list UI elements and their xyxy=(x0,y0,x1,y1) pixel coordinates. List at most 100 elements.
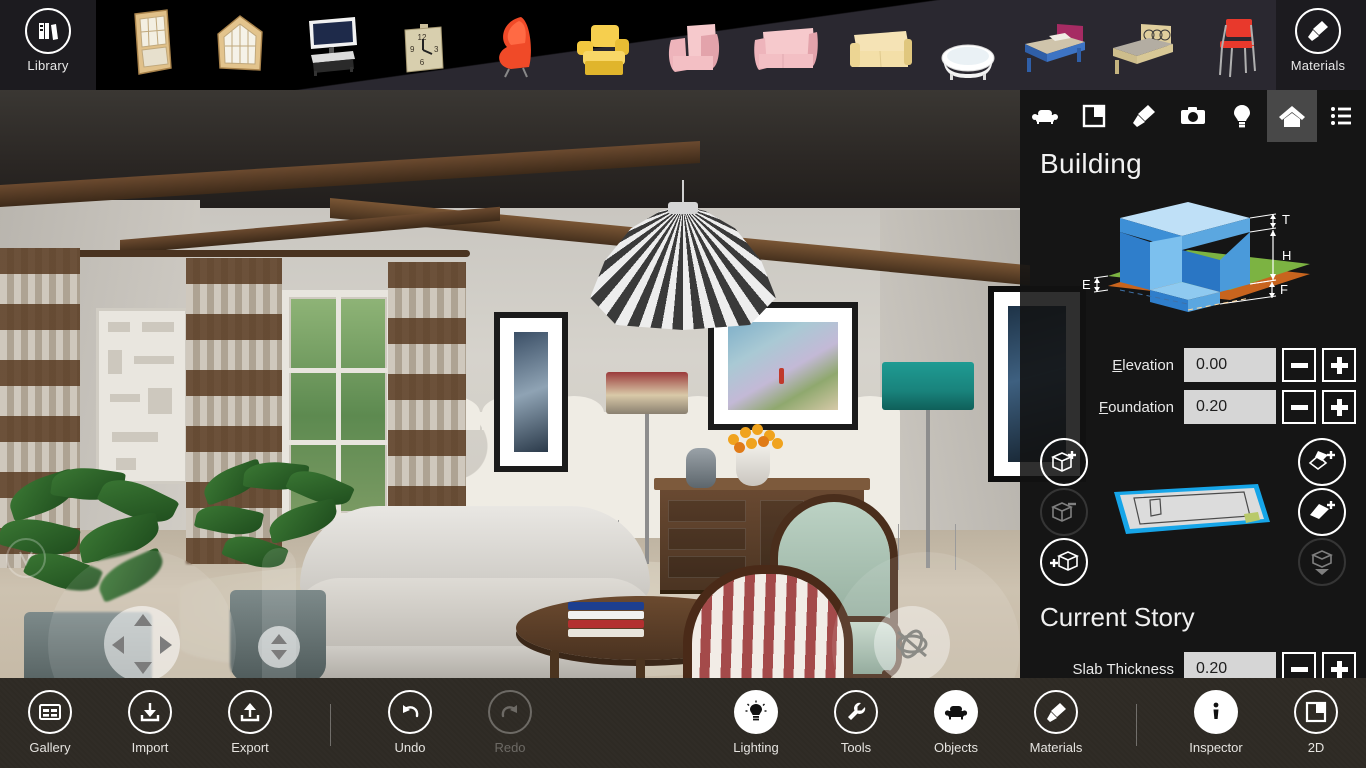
floorplan-icon xyxy=(1294,690,1338,734)
flower-bouquet xyxy=(724,424,784,454)
elevation-down-arrow[interactable] xyxy=(271,650,287,660)
thumb-french-door[interactable] xyxy=(110,2,194,82)
thumb-pink-sofa[interactable] xyxy=(744,12,828,90)
camera-icon xyxy=(1180,107,1205,124)
thumb-pink-armchair[interactable] xyxy=(652,10,736,90)
cube-plus-icon xyxy=(1051,451,1076,472)
objects-button[interactable]: Objects xyxy=(906,690,1006,760)
redo-icon xyxy=(488,690,532,734)
panel-tab-materials[interactable] xyxy=(1119,90,1168,142)
move-down-arrow[interactable] xyxy=(134,662,152,674)
object-thumbnail-strip: 12 9 3 6 xyxy=(100,0,1256,90)
wall-art-panel xyxy=(96,308,188,484)
field-row-elevation: Elevation 0.00 xyxy=(1112,348,1356,382)
orbit-icon xyxy=(896,629,928,659)
add-roof-slab-button[interactable] xyxy=(1298,488,1346,536)
gallery-label: Gallery xyxy=(29,740,71,755)
elevation-up-arrow[interactable] xyxy=(271,634,287,644)
thumb-wood-double-bed[interactable] xyxy=(1102,10,1186,90)
floor-lamp-shade xyxy=(606,372,688,414)
elevation-slider-knob[interactable] xyxy=(258,626,300,668)
floor-lamp-shade xyxy=(882,362,974,410)
section-title-current-story: Current Story xyxy=(1040,602,1195,632)
materials-button-bottom[interactable]: Materials xyxy=(1006,690,1106,760)
slab-thickness-decrement-button[interactable] xyxy=(1282,652,1316,678)
label-t: T xyxy=(1282,212,1290,227)
thumb-tv-stand[interactable] xyxy=(290,6,374,86)
compass-control[interactable] xyxy=(6,538,46,578)
panel-tab-plan-2d[interactable] xyxy=(1069,90,1118,142)
panel-tab-bar xyxy=(1020,90,1366,142)
panel-tab-list[interactable] xyxy=(1317,90,1366,142)
thumb-blue-double-bed[interactable] xyxy=(1012,10,1096,90)
floorplan-icon xyxy=(1082,104,1106,128)
merge-story-down-button[interactable] xyxy=(1298,538,1346,586)
slab-thickness-label: Slab Thickness xyxy=(1072,660,1174,678)
panel-tab-building[interactable] xyxy=(1267,90,1317,142)
orbit-control[interactable] xyxy=(874,606,950,678)
home-icon xyxy=(1278,106,1305,127)
foundation-increment-button[interactable] xyxy=(1322,390,1356,424)
move-pad[interactable] xyxy=(104,606,180,678)
svg-text:6: 6 xyxy=(420,58,425,67)
slab-thickness-input[interactable]: 0.20 xyxy=(1184,652,1276,678)
toolbar-divider xyxy=(1136,704,1137,746)
roof-slab-plus-icon xyxy=(1310,501,1335,519)
lighting-button[interactable]: Lighting xyxy=(706,690,806,760)
foundation-decrement-button[interactable] xyxy=(1282,390,1316,424)
cube-down-icon xyxy=(1311,550,1333,575)
sofa-icon xyxy=(1031,110,1058,124)
thumb-red-egg-chair[interactable] xyxy=(472,6,556,86)
move-left-arrow[interactable] xyxy=(112,636,124,654)
remove-story-button[interactable] xyxy=(1040,488,1088,536)
move-right-arrow[interactable] xyxy=(160,636,172,654)
move-up-arrow[interactable] xyxy=(134,614,152,626)
elevation-decrement-button[interactable] xyxy=(1282,348,1316,382)
thumb-bathtub[interactable] xyxy=(926,20,1010,90)
wrench-icon xyxy=(834,690,878,734)
import-button[interactable]: Import xyxy=(100,690,200,760)
building-section-diagram: T H E F xyxy=(1082,202,1310,312)
inspector-button[interactable]: Inspector xyxy=(1166,690,1266,760)
label-e: E xyxy=(1082,277,1091,292)
thumb-arched-window[interactable] xyxy=(198,4,282,84)
compass-icon xyxy=(19,551,33,567)
foundation-input[interactable]: 0.20 xyxy=(1184,390,1276,424)
gallery-button[interactable]: Gallery xyxy=(0,690,100,760)
materials-button[interactable]: Materials xyxy=(1270,8,1366,86)
pendant-cap xyxy=(668,202,698,214)
tools-label: Tools xyxy=(840,740,872,755)
import-label: Import xyxy=(131,740,169,755)
redo-button[interactable]: Redo xyxy=(460,690,560,760)
panel-tab-objects[interactable] xyxy=(1020,90,1069,142)
export-icon xyxy=(228,690,272,734)
export-button[interactable]: Export xyxy=(200,690,300,760)
stack-of-books xyxy=(568,602,644,642)
undo-button[interactable]: Undo xyxy=(360,690,460,760)
thumb-wall-clock[interactable]: 12 9 3 6 xyxy=(382,10,466,90)
svg-text:9: 9 xyxy=(410,45,415,54)
roof-plus-icon xyxy=(1308,451,1335,470)
tools-button[interactable]: Tools xyxy=(806,690,906,760)
view-2d-button[interactable]: 2D xyxy=(1266,690,1366,760)
inspector-label: Inspector xyxy=(1189,740,1243,755)
slab-thickness-increment-button[interactable] xyxy=(1322,652,1356,678)
panel-tab-camera[interactable] xyxy=(1168,90,1217,142)
thumb-cream-sofa[interactable] xyxy=(838,14,922,90)
thumb-red-dining-chair[interactable] xyxy=(1194,8,1278,88)
lightbulb-icon xyxy=(1234,105,1251,128)
objects-label: Objects xyxy=(933,740,979,755)
add-story-below-button[interactable] xyxy=(1040,538,1088,586)
thumb-yellow-recliner[interactable] xyxy=(560,10,644,90)
framed-artwork xyxy=(494,312,568,472)
view-2d-label: 2D xyxy=(1307,740,1325,755)
library-books-icon xyxy=(25,8,71,54)
elevation-increment-button[interactable] xyxy=(1322,348,1356,382)
add-roof-button[interactable] xyxy=(1298,438,1346,486)
story-thumbnail[interactable] xyxy=(1108,478,1276,540)
panel-tab-lighting[interactable] xyxy=(1218,90,1267,142)
add-story-above-button[interactable] xyxy=(1040,438,1088,486)
library-button[interactable]: Library xyxy=(0,8,96,86)
bottom-toolbar: Gallery Import Export Undo Redo Lighting… xyxy=(0,678,1366,768)
elevation-input[interactable]: 0.00 xyxy=(1184,348,1276,382)
